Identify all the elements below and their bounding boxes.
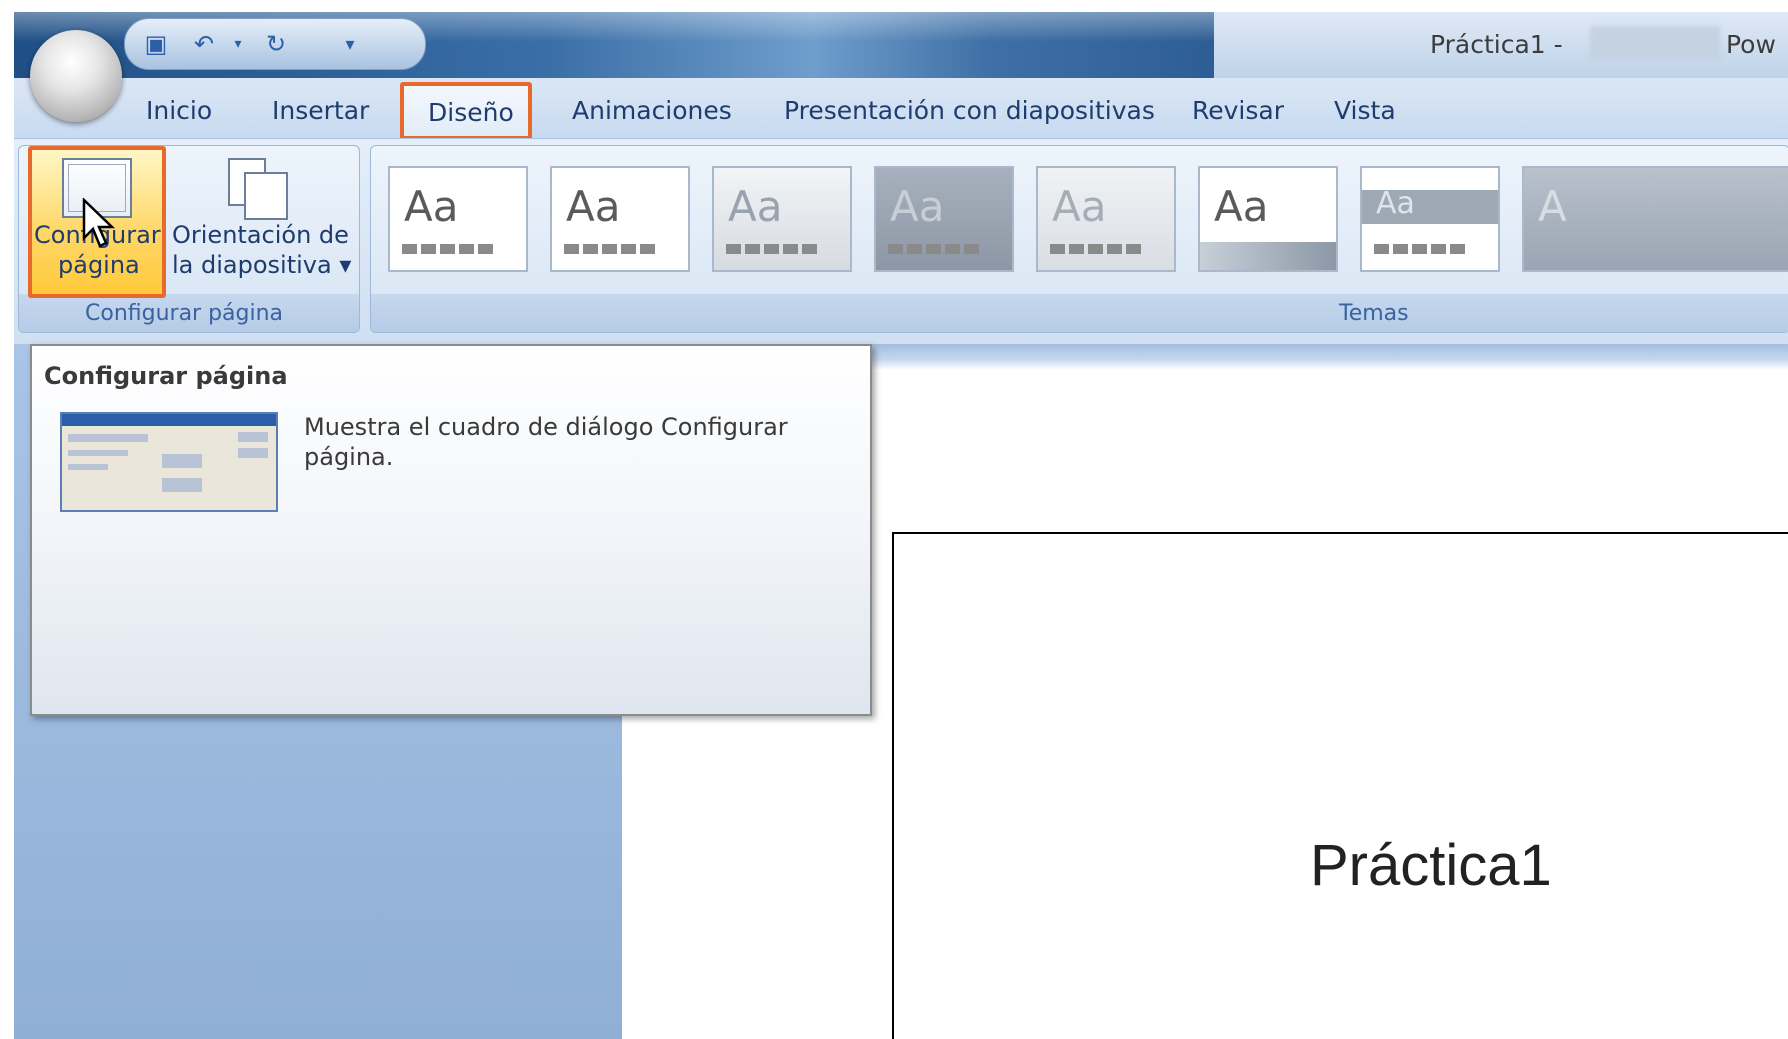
page-setup-dialog-preview bbox=[60, 412, 278, 512]
theme-sample-text: Aa bbox=[566, 182, 621, 231]
tab-animaciones[interactable]: Animaciones bbox=[572, 96, 732, 125]
theme-sample-text: Aa bbox=[1214, 182, 1269, 231]
tab-diseno[interactable]: Diseño bbox=[400, 82, 532, 140]
workspace: Práctica1 Configurar página Muestra el c… bbox=[14, 344, 1788, 1039]
save-icon[interactable]: ▣ bbox=[139, 27, 173, 61]
themes-group-label: Temas bbox=[1339, 301, 1409, 326]
theme-thumbnail-8[interactable]: A bbox=[1522, 166, 1788, 272]
theme-thumbnail-3[interactable]: Aa bbox=[712, 166, 852, 272]
tab-vista[interactable]: Vista bbox=[1334, 96, 1396, 125]
theme-thumbnail-6[interactable]: Aa bbox=[1198, 166, 1338, 272]
tooltip-description: Muestra el cuadro de diálogo Configurar … bbox=[304, 413, 788, 471]
tab-presentacion[interactable]: Presentación con diapositivas bbox=[784, 96, 1155, 125]
app-name: Pow bbox=[1726, 30, 1776, 59]
slide-title[interactable]: Práctica1 bbox=[1310, 832, 1552, 899]
theme-thumbnail-5[interactable]: Aa bbox=[1036, 166, 1176, 272]
ribbon-tabs: Inicio Insertar Animaciones Presentación… bbox=[14, 78, 1788, 138]
theme-sample-text: Aa bbox=[1052, 182, 1107, 231]
window-title: Práctica1 - bbox=[1430, 30, 1563, 59]
theme-sample-text: Aa bbox=[890, 182, 945, 231]
undo-dropdown-icon[interactable]: ▾ bbox=[221, 27, 255, 61]
page-setup-group-label: Configurar página bbox=[85, 301, 284, 326]
slide-orientation-label-1: Orientación de bbox=[172, 221, 349, 249]
theme-sample-text: Aa bbox=[728, 182, 783, 231]
theme-sample-text: A bbox=[1538, 182, 1567, 231]
theme-sample-text: Aa bbox=[1376, 186, 1415, 221]
tab-insertar[interactable]: Insertar bbox=[272, 96, 369, 125]
powerpoint-window: ▣ ↶ ▾ ↻ ▾ Práctica1 - Pow Inicio Inserta… bbox=[14, 12, 1788, 1039]
quick-access-toolbar: ▣ ↶ ▾ ↻ ▾ bbox=[124, 18, 426, 70]
slide-canvas[interactable] bbox=[892, 532, 1788, 1039]
theme-thumbnail-1[interactable]: Aa bbox=[388, 166, 528, 272]
title-blurred-region bbox=[1590, 26, 1720, 60]
tab-inicio[interactable]: Inicio bbox=[146, 96, 212, 125]
page-setup-tooltip: Configurar página Muestra el cuadro de d… bbox=[30, 344, 872, 716]
theme-thumbnail-2[interactable]: Aa bbox=[550, 166, 690, 272]
theme-thumbnail-4[interactable]: Aa bbox=[874, 166, 1014, 272]
theme-thumbnail-7[interactable]: Aa bbox=[1360, 166, 1500, 272]
page-setup-label-2: página bbox=[58, 251, 140, 279]
themes-group-footer bbox=[371, 294, 1788, 332]
slide-orientation-label-2: la diapositiva ▾ bbox=[172, 251, 352, 279]
redo-icon[interactable]: ↻ bbox=[259, 27, 293, 61]
office-button[interactable] bbox=[30, 30, 122, 122]
tooltip-title: Configurar página bbox=[44, 362, 288, 390]
customize-qat-icon[interactable]: ▾ bbox=[333, 27, 367, 61]
slide-orientation-button[interactable]: Orientación de la diapositiva ▾ bbox=[170, 146, 356, 298]
theme-sample-text: Aa bbox=[404, 182, 459, 231]
mouse-cursor-icon bbox=[82, 198, 116, 248]
tab-diseno-label: Diseño bbox=[428, 98, 514, 127]
undo-icon[interactable]: ↶ bbox=[187, 27, 221, 61]
tab-revisar[interactable]: Revisar bbox=[1192, 96, 1284, 125]
